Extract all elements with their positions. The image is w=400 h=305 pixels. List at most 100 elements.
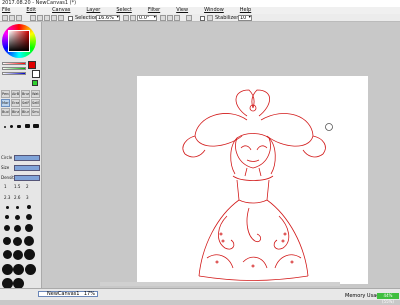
size-preset-dot[interactable] xyxy=(2,264,13,275)
tool-water[interactable]: Water xyxy=(31,90,40,98)
size-preset-dot[interactable] xyxy=(27,205,31,209)
size-preset-dot[interactable] xyxy=(3,237,11,245)
deselect-button[interactable] xyxy=(9,15,15,21)
brush-shape-dot[interactable] xyxy=(4,126,6,128)
color-slider-b[interactable] xyxy=(2,72,26,75)
color-slider-r[interactable] xyxy=(2,62,26,65)
size-preset-dot[interactable] xyxy=(26,214,32,220)
zoom-value: 16.6% xyxy=(98,15,114,21)
stabilizer-checkbox[interactable] xyxy=(200,15,205,21)
zoom-reset-button[interactable] xyxy=(44,15,50,21)
menu-file[interactable]: File xyxy=(2,7,10,14)
size-preset-dot[interactable] xyxy=(3,250,12,259)
size-preset-dot[interactable] xyxy=(13,237,22,246)
rotate-left-button[interactable] xyxy=(51,15,57,21)
rotate-right-button[interactable] xyxy=(58,15,64,21)
size-preset-dot[interactable] xyxy=(6,206,9,209)
stabilizer-icon xyxy=(207,15,213,21)
zoom-plus-button[interactable] xyxy=(130,15,136,21)
color-wheel[interactable] xyxy=(2,24,36,58)
lineart-drawing xyxy=(182,89,326,281)
tool-brush[interactable]: Brush xyxy=(21,90,30,98)
primary-color-swatch[interactable] xyxy=(28,61,36,69)
size-preset-label: 3 xyxy=(26,195,29,200)
size-preset-label: 1.5 xyxy=(14,184,21,189)
flip-horizontal-button[interactable] xyxy=(186,15,192,21)
zoom-minus-button[interactable] xyxy=(123,15,129,21)
tool-select-pen[interactable]: SelPen xyxy=(21,99,30,107)
brush-shape-dot[interactable] xyxy=(25,124,30,128)
window-title: 2017.08.20 - NewCanvas1 (*) xyxy=(2,0,77,6)
circle-slider[interactable] xyxy=(14,155,40,161)
angle-select[interactable]: 0.0° xyxy=(137,15,157,21)
circle-label: Circle xyxy=(1,155,13,160)
size-preset-dot[interactable] xyxy=(24,249,35,260)
menu-select[interactable]: Select xyxy=(116,7,131,14)
size-preset-dot[interactable] xyxy=(13,250,23,260)
tool-binary[interactable]: Binary xyxy=(11,108,20,116)
size-preset-dot[interactable] xyxy=(13,264,24,275)
size-preset-dot[interactable] xyxy=(25,224,33,232)
tool-pencil[interactable]: Pencil xyxy=(1,90,10,98)
menu-filter[interactable]: Filter xyxy=(148,7,160,14)
color-slider-g[interactable] xyxy=(2,67,26,70)
size-preset-label: 1 xyxy=(4,184,7,189)
document-name: NewCanvas1 xyxy=(47,291,80,297)
transparent-color-swatch[interactable] xyxy=(32,80,38,86)
menu-help[interactable]: Help xyxy=(240,7,251,14)
size-preset-dot[interactable] xyxy=(5,215,9,219)
memory-usage-value: 44% (55%) xyxy=(381,293,394,304)
zoom-out-button[interactable] xyxy=(37,15,43,21)
menu-layer[interactable]: Layer xyxy=(86,7,100,14)
menu-view[interactable]: View xyxy=(176,7,188,14)
size-preset-dot[interactable] xyxy=(14,225,21,232)
size-slider[interactable] xyxy=(14,165,40,171)
toolbar: Selection 16.6% 0.0° Stabilizer 10 xyxy=(0,14,400,22)
canvas-viewport[interactable] xyxy=(42,22,400,284)
canvas-page[interactable] xyxy=(137,76,368,284)
menu-window[interactable]: Window xyxy=(204,7,224,14)
size-preset-label: 2.6 xyxy=(14,195,21,200)
size-preset-dot[interactable] xyxy=(24,236,34,246)
selection-label: Selection xyxy=(75,15,99,21)
brush-shape-dot[interactable] xyxy=(33,124,39,128)
invert-selection-button[interactable] xyxy=(16,15,22,21)
stabilizer-value: 10 xyxy=(240,15,247,21)
selection-checkbox[interactable] xyxy=(68,15,73,21)
angle-value: 0.0° xyxy=(139,15,150,21)
tool-blur[interactable]: Blur xyxy=(21,108,30,116)
tool-airbrush[interactable]: AirBrush xyxy=(11,90,20,98)
brush-shape-dot[interactable] xyxy=(10,125,13,128)
size-label: Size xyxy=(1,165,10,170)
horizontal-scrollbar[interactable] xyxy=(100,282,340,286)
status-bar: NewCanvas1 17% Memory Usage 44% (55%) xyxy=(0,288,400,304)
size-preset-dot[interactable] xyxy=(25,264,36,275)
tool-smudge[interactable]: Smudge xyxy=(31,108,40,116)
brush-cursor-icon xyxy=(325,123,333,131)
brush-shape-dot[interactable] xyxy=(17,125,21,128)
tool-eraser[interactable]: Eraser xyxy=(11,99,20,107)
document-zoom: 17% xyxy=(83,291,95,297)
stabilizer-select[interactable]: 10 xyxy=(238,15,252,21)
size-preset-dot[interactable] xyxy=(16,206,19,209)
select-all-button[interactable] xyxy=(2,15,8,21)
tool-select-eraser[interactable]: SelErs xyxy=(31,99,40,107)
size-preset-label: 2.3 xyxy=(4,195,11,200)
tool-marker[interactable]: Marker xyxy=(1,99,10,107)
zoom-select[interactable]: 16.6% xyxy=(96,15,120,21)
document-tab[interactable]: NewCanvas1 17% xyxy=(38,291,98,297)
saturation-value-square[interactable] xyxy=(9,31,29,51)
window-title-bar: 2017.08.20 - NewCanvas1 (*) xyxy=(0,0,400,7)
menu-canvas[interactable]: Canvas xyxy=(52,7,70,14)
secondary-color-swatch[interactable] xyxy=(32,70,40,78)
density-slider[interactable] xyxy=(14,175,40,181)
size-preset-dot[interactable] xyxy=(4,225,10,231)
zoom-in-button[interactable] xyxy=(30,15,36,21)
angle-minus-button[interactable] xyxy=(160,15,166,21)
angle-reset-button[interactable] xyxy=(174,15,180,21)
angle-plus-button[interactable] xyxy=(167,15,173,21)
size-preset-label: 2 xyxy=(26,184,29,189)
menu-edit[interactable]: Edit xyxy=(26,7,36,14)
size-preset-dot[interactable] xyxy=(15,215,20,220)
tool-bucket[interactable]: Bucket xyxy=(1,108,10,116)
